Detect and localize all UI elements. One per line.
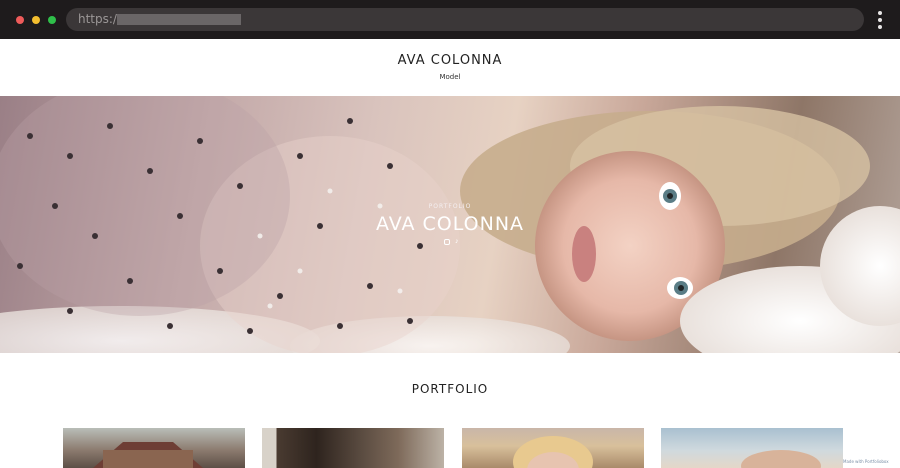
portfolio-thumb-3[interactable]: [462, 428, 644, 468]
url-redacted: [117, 14, 241, 25]
url-scheme: https://: [78, 12, 122, 26]
browser-menu-icon[interactable]: [876, 11, 884, 29]
minimize-window-button[interactable]: [32, 16, 40, 24]
portfolio-thumb-2[interactable]: [262, 428, 444, 468]
browser-chrome: https://: [0, 0, 900, 39]
address-bar[interactable]: https://: [66, 8, 864, 31]
close-window-button[interactable]: [16, 16, 24, 24]
portfolio-thumb-4[interactable]: [661, 428, 843, 468]
hero-banner: PORTFOLIO AVA COLONNA ♪: [0, 96, 900, 353]
site-title[interactable]: AVA COLONNA: [0, 53, 900, 68]
maximize-window-button[interactable]: [48, 16, 56, 24]
site-header: AVA COLONNA Model: [0, 39, 900, 96]
hero-eyebrow: PORTFOLIO: [428, 203, 472, 210]
portfolio-thumb-1[interactable]: [63, 428, 245, 468]
site-subtitle: Model: [439, 73, 461, 81]
footer-credit[interactable]: Made with Portfoliobox: [843, 459, 889, 464]
tiktok-icon[interactable]: ♪: [455, 238, 461, 245]
portfolio-heading: PORTFOLIO: [411, 382, 489, 396]
hero-title: AVA COLONNA: [375, 213, 525, 235]
hero-social-links: ♪: [440, 238, 464, 247]
instagram-icon[interactable]: [444, 239, 450, 245]
